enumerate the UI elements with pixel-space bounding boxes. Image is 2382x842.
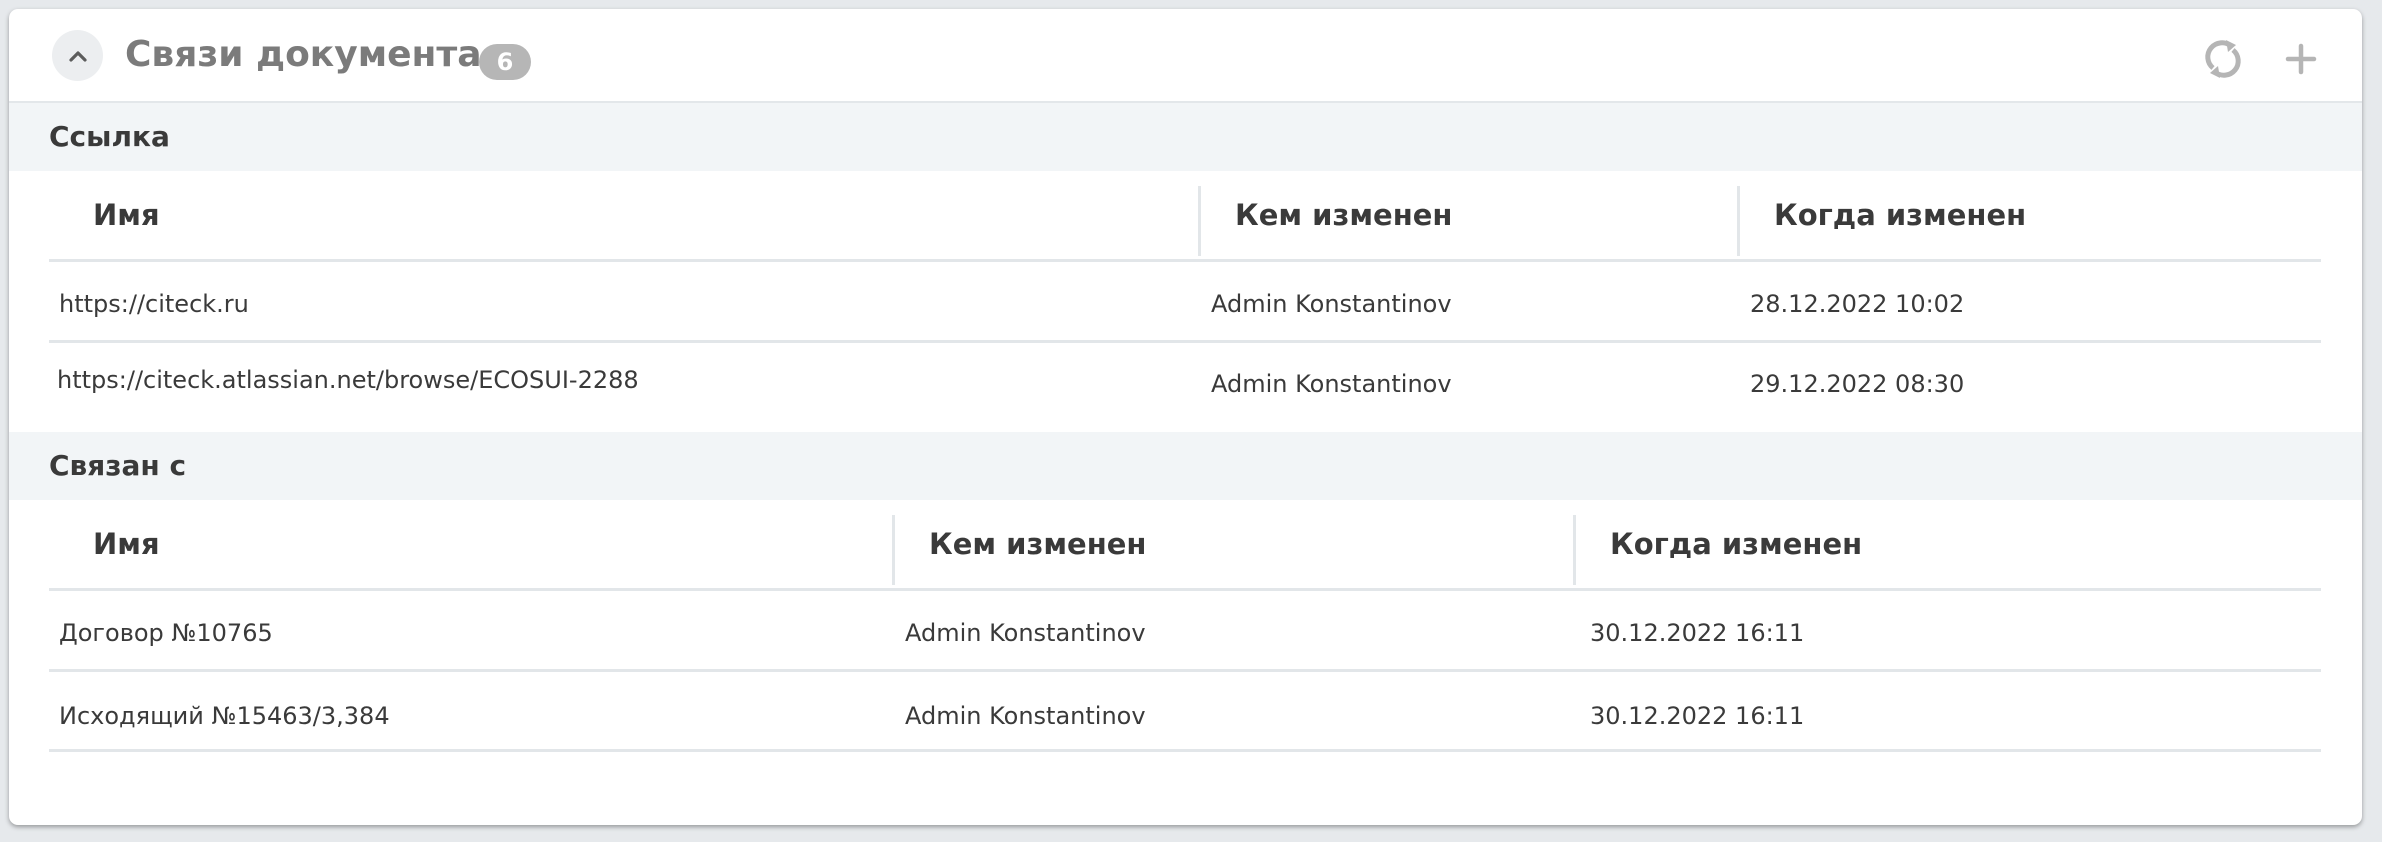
links-count-badge: 6 — [479, 44, 531, 80]
column-header-modified-at[interactable]: Когда изменен — [1774, 171, 2026, 259]
cell-modified-by: Admin Konstantinov — [1211, 290, 1452, 318]
widget-title: Связи документа — [125, 34, 482, 75]
refresh-button[interactable] — [2199, 35, 2247, 83]
cell-name[interactable]: https://citeck.ru — [59, 290, 249, 318]
links-table: Имя Кем изменен Когда изменен https://ci… — [49, 171, 2321, 413]
table-row[interactable]: Исходящий №15463/3,384 Admin Konstantino… — [49, 672, 2321, 752]
section-label: Ссылка — [49, 120, 170, 153]
table-header: Имя Кем изменен Когда изменен — [49, 171, 2321, 262]
section-header-links: Ссылка — [9, 103, 2362, 171]
document-links-widget: Связи документа 6 Ссылка Имя Кем изменен — [9, 9, 2362, 825]
cell-modified-at: 30.12.2022 16:11 — [1590, 702, 1805, 730]
cell-modified-by: Admin Konstantinov — [905, 619, 1146, 647]
cell-modified-at: 28.12.2022 10:02 — [1750, 290, 1965, 318]
column-header-name[interactable]: Имя — [93, 500, 160, 588]
chevron-up-icon — [68, 50, 87, 62]
refresh-icon — [2205, 40, 2241, 78]
section-header-related: Связан с — [9, 432, 2362, 500]
collapse-button[interactable] — [52, 30, 103, 81]
column-resize-handle[interactable] — [1737, 186, 1740, 256]
column-resize-handle[interactable] — [892, 515, 895, 585]
cell-name[interactable]: https://citeck.atlassian.net/browse/ECOS… — [57, 366, 639, 394]
related-table: Имя Кем изменен Когда изменен Договор №1… — [49, 500, 2321, 752]
cell-modified-by: Admin Konstantinov — [1211, 370, 1452, 398]
cell-name[interactable]: Договор №10765 — [59, 619, 273, 647]
table-row[interactable]: Договор №10765 Admin Konstantinov 30.12.… — [49, 591, 2321, 672]
widget-header: Связи документа 6 — [9, 9, 2362, 103]
table-row[interactable]: https://citeck.ru Admin Konstantinov 28.… — [49, 262, 2321, 343]
column-header-modified-at[interactable]: Когда изменен — [1610, 500, 1862, 588]
column-resize-handle[interactable] — [1573, 515, 1576, 585]
table-header: Имя Кем изменен Когда изменен — [49, 500, 2321, 591]
table-row[interactable]: https://citeck.atlassian.net/browse/ECOS… — [49, 343, 2321, 413]
cell-modified-by: Admin Konstantinov — [905, 702, 1146, 730]
column-header-modified-by[interactable]: Кем изменен — [929, 500, 1146, 588]
section-label: Связан с — [49, 449, 187, 482]
plus-icon — [2285, 43, 2317, 75]
cell-modified-at: 29.12.2022 08:30 — [1750, 370, 1965, 398]
column-resize-handle[interactable] — [1198, 186, 1201, 256]
cell-modified-at: 30.12.2022 16:11 — [1590, 619, 1805, 647]
cell-name[interactable]: Исходящий №15463/3,384 — [59, 702, 390, 730]
column-header-name[interactable]: Имя — [93, 171, 160, 259]
add-link-button[interactable] — [2277, 35, 2325, 83]
column-header-modified-by[interactable]: Кем изменен — [1235, 171, 1452, 259]
